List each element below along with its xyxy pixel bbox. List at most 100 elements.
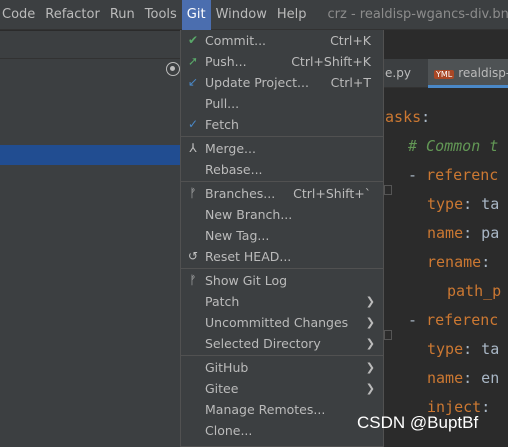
menu-code[interactable]: Code xyxy=(0,0,40,30)
git-menu-commit[interactable]: ✔ Commit... Ctrl+K xyxy=(181,30,383,51)
menu-item-label: Show Git Log xyxy=(205,273,288,288)
menu-run[interactable]: Run xyxy=(105,0,140,30)
menu-window[interactable]: Window xyxy=(211,0,272,30)
git-menu-github[interactable]: GitHub ❯ xyxy=(181,357,383,378)
code-line: name: en xyxy=(427,364,499,393)
menu-item-label: Update Project... xyxy=(205,75,309,90)
code-line: type: ta xyxy=(427,190,499,219)
code-rest: : en xyxy=(463,369,500,387)
menu-refactor[interactable]: Refactor xyxy=(40,0,105,30)
git-menu-manage-remotes[interactable]: Manage Remotes... xyxy=(181,399,383,420)
chevron-right-icon: ❯ xyxy=(365,316,375,329)
git-menu-selected-directory[interactable]: Selected Directory ❯ xyxy=(181,333,383,354)
project-toolstrip xyxy=(0,31,180,59)
git-menu-new-tag[interactable]: New Tag... xyxy=(181,225,383,246)
menu-item-label: Rebase... xyxy=(205,162,263,177)
code-key: name xyxy=(427,369,464,387)
fold-marker-icon[interactable] xyxy=(384,330,392,340)
code-line: - referenc xyxy=(408,161,498,190)
git-menu-merge[interactable]: ⅄ Merge... xyxy=(181,138,383,159)
menu-separator xyxy=(181,355,383,356)
git-menu-fetch[interactable]: ✓ Fetch xyxy=(181,114,383,135)
code-rest: : xyxy=(481,253,491,271)
code-prefix: - xyxy=(408,311,427,329)
branch-icon: ᚠ xyxy=(189,186,197,200)
push-arrow-icon: ➚ xyxy=(187,54,199,68)
git-menu-rebase[interactable]: Rebase... xyxy=(181,159,383,180)
menu-separator xyxy=(181,268,383,269)
code-comment: # Common t xyxy=(408,137,499,155)
tab-yaml-file[interactable]: YML realdisp- xyxy=(428,59,508,88)
reset-icon: ↺ xyxy=(187,249,199,263)
menu-item-shortcut: Ctrl+Shift+K xyxy=(291,54,371,69)
menu-item-label: Fetch xyxy=(205,117,239,132)
project-row-highlight xyxy=(0,145,180,165)
check-icon: ✔ xyxy=(187,33,199,47)
code-rest: : pa xyxy=(463,224,500,242)
menu-item-label: Patch xyxy=(205,294,240,309)
code-line: rename: xyxy=(427,248,490,277)
code-key: path_p xyxy=(447,282,502,300)
code-key: name xyxy=(427,224,464,242)
menu-git[interactable]: Git xyxy=(181,0,211,30)
update-arrow-icon: ↙ xyxy=(187,75,199,89)
menu-item-label: Commit... xyxy=(205,33,267,48)
yaml-file-icon: YML xyxy=(434,70,455,79)
code-key: type xyxy=(427,340,464,358)
git-menu-reset-head[interactable]: ↺ Reset HEAD... xyxy=(181,246,383,267)
tab-python-file[interactable]: e.py xyxy=(385,59,411,88)
git-menu-push[interactable]: ➚ Push... Ctrl+Shift+K xyxy=(181,51,383,72)
menu-item-label: Clone... xyxy=(205,423,253,438)
menu-item-label: Merge... xyxy=(205,141,256,156)
menu-separator xyxy=(181,181,383,182)
git-menu-branches[interactable]: ᚠ Branches... Ctrl+Shift+` xyxy=(181,183,383,204)
code-rest: : ta xyxy=(463,340,500,358)
code-rest: : xyxy=(481,398,491,416)
menu-separator xyxy=(181,136,383,137)
code-key: rename xyxy=(427,253,482,271)
git-menu-uncommitted-changes[interactable]: Uncommitted Changes ❯ xyxy=(181,312,383,333)
gear-icon[interactable] xyxy=(166,62,180,76)
menu-item-label: Gitee xyxy=(205,381,239,396)
chevron-right-icon: ❯ xyxy=(365,382,375,395)
menu-item-label: Pull... xyxy=(205,96,240,111)
code-key: referenc xyxy=(426,311,499,329)
menu-help[interactable]: Help xyxy=(272,0,312,30)
code-line: - referenc xyxy=(408,306,498,335)
project-panel xyxy=(0,31,180,447)
menu-item-label: Uncommitted Changes xyxy=(205,315,349,330)
watermark: CSDN @BuptBf xyxy=(357,413,479,432)
code-key: referenc xyxy=(426,166,499,184)
chevron-right-icon: ❯ xyxy=(365,337,375,350)
code-prefix: - xyxy=(408,166,427,184)
menu-item-label: Selected Directory xyxy=(205,336,321,351)
git-menu-dropdown: ✔ Commit... Ctrl+K ➚ Push... Ctrl+Shift+… xyxy=(180,30,384,447)
chevron-right-icon: ❯ xyxy=(365,361,375,374)
menu-item-label: New Branch... xyxy=(205,207,293,222)
menu-item-label: New Tag... xyxy=(205,228,270,243)
git-menu-patch[interactable]: Patch ❯ xyxy=(181,291,383,312)
chevron-right-icon: ❯ xyxy=(365,295,375,308)
fold-marker-icon[interactable] xyxy=(384,185,392,195)
menu-bar: Code Refactor Run Tools Git Window Help … xyxy=(0,0,508,30)
code-line: type: ta xyxy=(427,335,499,364)
git-menu-clone[interactable]: Clone... xyxy=(181,420,383,441)
git-menu-pull[interactable]: Pull... xyxy=(181,93,383,114)
menu-item-shortcut: Ctrl+K xyxy=(330,33,371,48)
code-key: type xyxy=(427,195,464,213)
tab-yaml-label: realdisp- xyxy=(458,66,508,80)
git-menu-new-branch[interactable]: New Branch... xyxy=(181,204,383,225)
menu-item-shortcut: Ctrl+Shift+` xyxy=(293,186,371,201)
merge-icon: ⅄ xyxy=(189,141,197,155)
git-menu-gitee[interactable]: Gitee ❯ xyxy=(181,378,383,399)
code-line: name: pa xyxy=(427,219,499,248)
menu-item-label: GitHub xyxy=(205,360,249,375)
git-menu-update-project[interactable]: ↙ Update Project... Ctrl+T xyxy=(181,72,383,93)
menu-item-shortcut: Ctrl+T xyxy=(330,75,371,90)
code-rest: : ta xyxy=(463,195,500,213)
menu-item-label: Manage Remotes... xyxy=(205,402,326,417)
menu-item-label: Push... xyxy=(205,54,247,69)
git-menu-show-git-log[interactable]: ᚠ Show Git Log xyxy=(181,270,383,291)
menu-tools[interactable]: Tools xyxy=(140,0,182,30)
code-rest: : xyxy=(421,108,431,126)
